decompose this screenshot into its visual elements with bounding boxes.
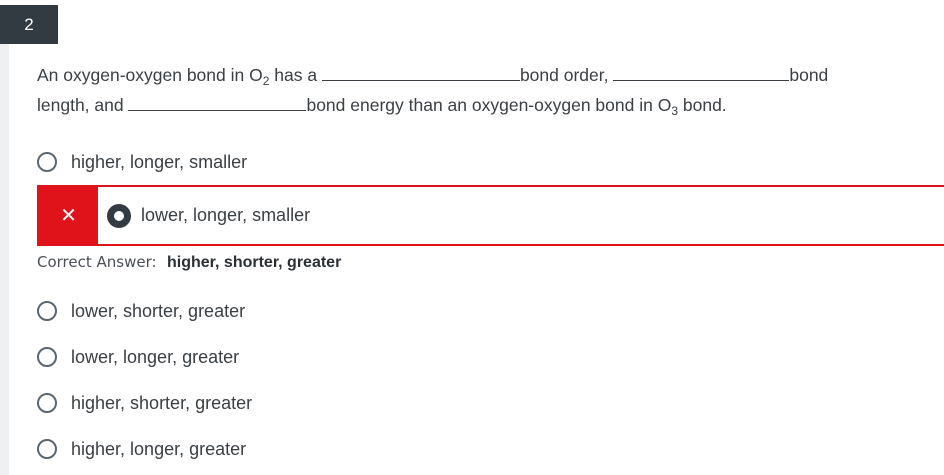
radio-button[interactable] bbox=[37, 439, 57, 459]
correct-answer-label: Correct Answer: bbox=[37, 253, 157, 271]
question-number-badge: 2 bbox=[0, 5, 58, 44]
stem-text: length, and bbox=[37, 95, 129, 115]
option-label: higher, longer, smaller bbox=[71, 151, 248, 172]
answer-option[interactable]: higher, longer, smaller bbox=[37, 149, 247, 175]
stem-subscript: 3 bbox=[671, 104, 679, 118]
selected-incorrect-option[interactable]: ✕ lower, longer, smaller bbox=[37, 185, 944, 246]
stem-text: bond energy than an oxygen-oxygen bond i… bbox=[306, 95, 672, 115]
question-stem: An oxygen-oxygen bond in O2 has a bond o… bbox=[37, 60, 937, 120]
answer-blank bbox=[613, 60, 790, 81]
radio-button[interactable] bbox=[37, 301, 57, 321]
option-label: lower, longer, smaller bbox=[141, 205, 311, 225]
left-accent-rule bbox=[0, 44, 9, 475]
correct-answer-value: higher, shorter, greater bbox=[167, 254, 342, 271]
option-label: higher, shorter, greater bbox=[71, 392, 253, 413]
stem-text: An oxygen-oxygen bond in O bbox=[37, 65, 263, 85]
radio-button-selected[interactable] bbox=[107, 203, 131, 228]
radio-button[interactable] bbox=[37, 393, 57, 413]
stem-text: bond. bbox=[678, 95, 727, 115]
answer-blank bbox=[128, 90, 307, 111]
stem-text: bond order, bbox=[519, 65, 614, 85]
option-label: higher, longer, greater bbox=[71, 438, 247, 459]
radio-button[interactable] bbox=[37, 347, 57, 367]
answer-option[interactable]: lower, longer, greater bbox=[37, 344, 239, 370]
correct-answer-feedback: Correct Answer: higher, shorter, greater bbox=[37, 253, 341, 272]
stem-text: bond bbox=[789, 65, 829, 85]
option-label: lower, longer, greater bbox=[71, 346, 240, 367]
incorrect-marker: ✕ bbox=[39, 187, 98, 244]
answer-option[interactable]: higher, longer, greater bbox=[37, 436, 246, 462]
answer-blank bbox=[321, 60, 520, 81]
answer-option[interactable]: higher, shorter, greater bbox=[37, 390, 252, 416]
stem-text: has a bbox=[269, 65, 322, 85]
radio-button[interactable] bbox=[37, 152, 57, 172]
option-label: lower, shorter, greater bbox=[71, 300, 246, 321]
close-icon: ✕ bbox=[60, 205, 77, 227]
answer-option[interactable]: lower, shorter, greater bbox=[37, 298, 245, 324]
